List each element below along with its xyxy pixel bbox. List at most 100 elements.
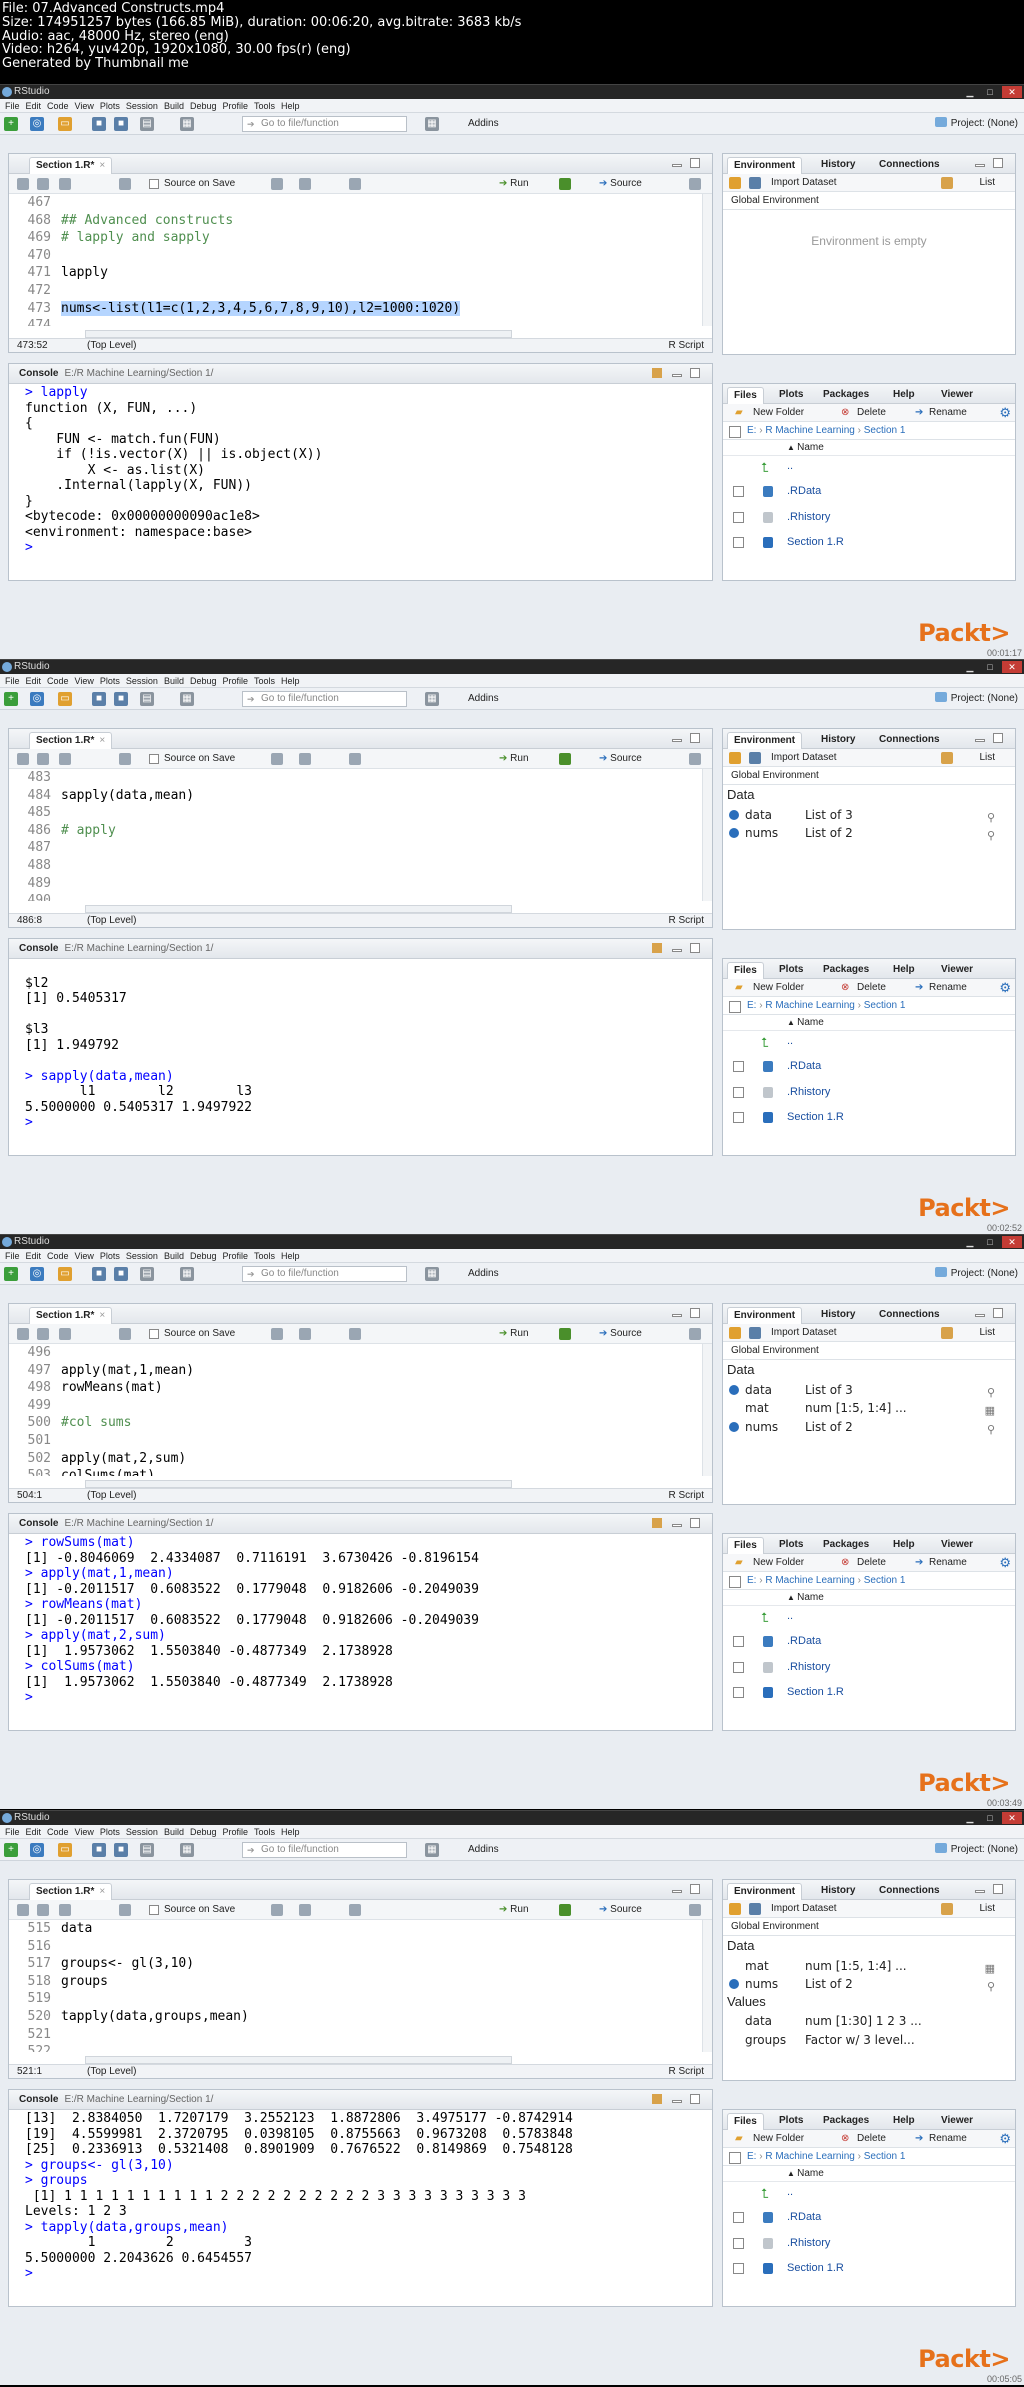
menu-item-view[interactable]: View [72, 1249, 97, 1263]
source-button[interactable]: Source [599, 752, 642, 766]
menu-item-session[interactable]: Session [123, 674, 161, 688]
import-dataset-button[interactable]: Import Dataset [771, 1324, 837, 1342]
menu-item-plots[interactable]: Plots [97, 99, 123, 113]
maximize-window-icon[interactable]: □ [980, 661, 1000, 673]
source-button[interactable]: Source [599, 177, 642, 191]
expand-arrow-icon[interactable] [729, 828, 739, 838]
file-select-checkbox[interactable] [733, 1636, 744, 1647]
show-in-window-icon[interactable] [59, 1904, 71, 1916]
parent-directory-row[interactable]: ⮤.. [723, 1608, 1015, 1625]
close-tab-icon[interactable]: × [99, 735, 105, 746]
scope-selector[interactable]: (Top Level) [87, 339, 136, 352]
minimize-window-icon[interactable]: ▁ [960, 1236, 980, 1248]
maximize-pane-icon[interactable] [690, 2094, 700, 2104]
menu-item-edit[interactable]: Edit [23, 1825, 45, 1839]
editor-horizontal-scrollbar[interactable] [85, 1480, 512, 1488]
tab-packages[interactable]: Packages [817, 962, 875, 979]
go-to-file-input[interactable]: Go to file/function [242, 1842, 407, 1858]
file-row[interactable]: Section 1.R [723, 1684, 1015, 1701]
environment-scope-selector[interactable]: Global Environment [723, 192, 1015, 210]
file-select-checkbox[interactable] [733, 1061, 744, 1072]
run-button[interactable]: Run [499, 177, 528, 191]
menu-item-tools[interactable]: Tools [251, 1825, 278, 1839]
save-icon[interactable]: ■ [92, 1843, 106, 1857]
tab-files[interactable]: Files [727, 962, 764, 979]
new-project-icon[interactable]: ◎ [30, 1267, 44, 1281]
clear-workspace-icon[interactable] [941, 177, 953, 189]
scope-selector[interactable]: (Top Level) [87, 914, 136, 927]
new-folder-button[interactable]: New Folder [753, 1554, 804, 1572]
environment-scope-selector[interactable]: Global Environment [723, 1342, 1015, 1360]
file-name[interactable]: Section 1.R [787, 534, 844, 551]
search-icon[interactable] [271, 753, 283, 765]
run-button[interactable]: Run [499, 752, 528, 766]
file-select-checkbox[interactable] [733, 1112, 744, 1123]
minimize-pane-icon[interactable] [672, 1314, 682, 1317]
file-row[interactable]: Section 1.R [723, 2260, 1015, 2277]
console-output[interactable]: > lapply function (X, FUN, ...){ FUN <- m… [9, 384, 712, 580]
name-column-header[interactable]: Name [797, 1017, 824, 1028]
menu-item-edit[interactable]: Edit [23, 99, 45, 113]
menu-item-debug[interactable]: Debug [187, 1825, 220, 1839]
parent-directory-row[interactable]: ⮤.. [723, 1033, 1015, 1050]
console-output[interactable]: $l2 [1] 0.5405317 $l3 [1] 1.949792 > sapply(… [9, 959, 712, 1155]
tab-viewer[interactable]: Viewer [935, 1537, 979, 1554]
tab-environment[interactable]: Environment [727, 732, 803, 749]
file-name[interactable]: .Rhistory [787, 1659, 830, 1676]
load-workspace-icon[interactable] [729, 752, 741, 764]
delete-button[interactable]: Delete [857, 2130, 886, 2148]
delete-button[interactable]: Delete [857, 404, 886, 422]
environment-scope-selector[interactable]: Global Environment [723, 767, 1015, 785]
file-row[interactable]: Section 1.R [723, 1109, 1015, 1126]
scope-selector[interactable]: (Top Level) [87, 1489, 136, 1502]
gear-icon[interactable]: ⚙ [999, 1554, 1011, 1572]
project-menu-button[interactable]: Project: (None) [935, 1843, 1018, 1857]
minimize-pane-icon[interactable] [672, 1890, 682, 1893]
file-row[interactable]: .RData [723, 483, 1015, 500]
tab-packages[interactable]: Packages [817, 2113, 875, 2130]
environment-row[interactable]: nums List of 2 ⚲ [727, 1975, 1011, 1993]
save-workspace-icon[interactable] [749, 1327, 761, 1339]
tab-viewer[interactable]: Viewer [935, 962, 979, 979]
save-all-icon[interactable]: ■ [114, 1267, 128, 1281]
console-tab[interactable]: Console [19, 368, 58, 379]
tab-files[interactable]: Files [727, 2113, 764, 2130]
maximize-pane-icon[interactable] [690, 158, 700, 168]
file-name[interactable]: .Rhistory [787, 509, 830, 526]
file-select-checkbox[interactable] [733, 1661, 744, 1673]
search-icon[interactable] [271, 1328, 283, 1340]
project-menu-button[interactable]: Project: (None) [935, 1267, 1018, 1281]
save-workspace-icon[interactable] [749, 177, 761, 189]
tab-environment[interactable]: Environment [727, 1883, 803, 1900]
re-run-icon[interactable] [559, 178, 571, 190]
file-select-checkbox[interactable] [733, 2263, 744, 2274]
tab-section-1-r[interactable]: Section 1.R* × [29, 1307, 113, 1324]
editor-horizontal-scrollbar[interactable] [85, 2056, 512, 2064]
code-area[interactable]: 483 484 sapply(data,mean) 485 486 # apply 487 4… [9, 769, 712, 901]
breadcrumb-item[interactable]: R Machine Learning [765, 425, 855, 436]
editor-horizontal-scrollbar[interactable] [85, 905, 512, 913]
tab-packages[interactable]: Packages [817, 387, 875, 404]
menu-item-build[interactable]: Build [161, 99, 187, 113]
file-name[interactable]: Section 1.R [787, 2260, 844, 2277]
file-select-checkbox[interactable] [733, 1687, 744, 1698]
close-tab-icon[interactable]: × [99, 160, 105, 171]
code-tools-icon[interactable] [299, 1904, 311, 1916]
menu-item-profile[interactable]: Profile [220, 1825, 252, 1839]
maximize-pane-icon[interactable] [993, 158, 1003, 168]
file-row[interactable]: .Rhistory [723, 1659, 1015, 1676]
maximize-pane-icon[interactable] [690, 368, 700, 378]
view-data-icon[interactable]: ⚲ [987, 827, 995, 845]
environment-row[interactable]: mat num [1:5, 1:4] ... ▦ [727, 1399, 1011, 1417]
breadcrumb-item[interactable]: Section 1 [864, 425, 906, 436]
file-name[interactable]: .RData [787, 1058, 821, 1075]
source-on-save-checkbox[interactable] [149, 1329, 159, 1339]
file-select-checkbox[interactable] [733, 2212, 744, 2223]
tab-section-1-r[interactable]: Section 1.R* × [29, 732, 113, 749]
file-row[interactable]: .RData [723, 1058, 1015, 1075]
maximize-pane-icon[interactable] [993, 1308, 1003, 1318]
list-view-selector[interactable]: List [979, 1900, 995, 1918]
source-on-save-checkbox[interactable] [149, 1905, 159, 1915]
menu-item-help[interactable]: Help [278, 674, 303, 688]
file-row[interactable]: .Rhistory [723, 509, 1015, 526]
